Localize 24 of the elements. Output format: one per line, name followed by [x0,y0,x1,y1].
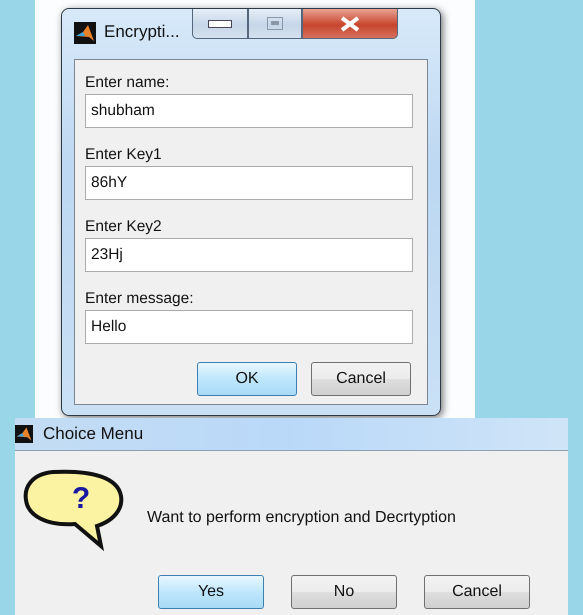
dialog-button[interactable]: Cancel [311,362,411,396]
dialog-button[interactable]: Cancel [424,575,530,609]
field-label: Enter name: [85,74,170,92]
maximize-button[interactable] [248,9,302,39]
field-label: Enter Key1 [85,146,163,164]
window-title: Choice Menu [43,424,144,444]
message-text: Want to perform encryption and Decrtyption [147,509,456,527]
dialog-button[interactable]: No [291,575,397,609]
close-button[interactable] [302,9,398,39]
maximize-icon [266,17,283,30]
logo-icon [74,22,96,44]
field-label: Enter Key2 [85,218,163,236]
input-field[interactable]: 23Hj [85,238,413,272]
dialog-button[interactable]: OK [197,362,297,396]
minimize-icon [208,20,232,28]
input-field[interactable]: 86hY [85,166,413,200]
logo-icon [15,425,33,443]
dialog-button[interactable]: Yes [158,575,264,609]
field-label: Enter message: [85,290,195,308]
minimize-button[interactable] [192,9,248,39]
close-icon [338,16,361,32]
input-field[interactable]: Hello [85,310,413,344]
input-field[interactable]: shubham [85,94,413,128]
window-title: Encrypti... [104,22,180,42]
